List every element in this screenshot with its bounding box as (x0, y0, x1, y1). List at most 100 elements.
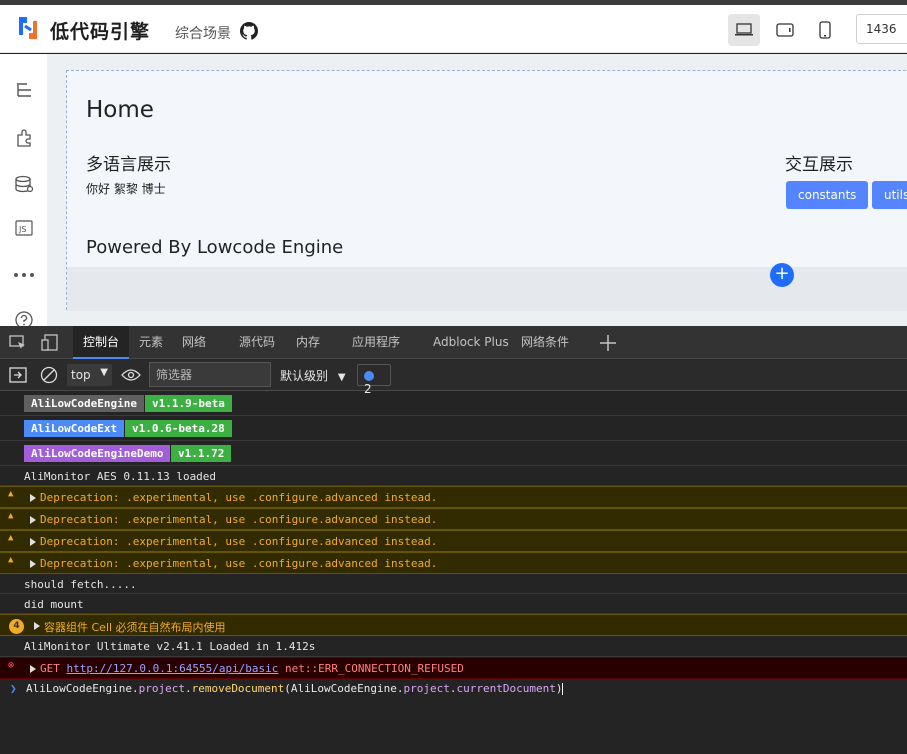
console-warning-row[interactable]: ▲ Deprecation: .experimental, use .confi… (0, 530, 907, 552)
console-warning-row[interactable]: 4 容器组件 Cell 必须在自然布局内使用 (0, 614, 907, 636)
engine-name-badge: AliLowCodeEngine (24, 395, 144, 412)
issues-button[interactable]: 2 (357, 364, 391, 396)
engine-version-badge: v1.1.9-beta (145, 395, 232, 412)
expand-arrow-icon[interactable] (30, 560, 36, 568)
console-row: did mount (0, 594, 907, 614)
console-warning-row[interactable]: ▲ Deprecation: .experimental, use .confi… (0, 486, 907, 508)
issues-icon (364, 370, 374, 381)
chevron-down-icon: ▼ (337, 372, 346, 383)
prompt-token: currentDocument (456, 682, 556, 695)
console-row: should fetch..... (0, 574, 907, 594)
desktop-device-button[interactable] (728, 14, 760, 46)
console-toolbar: top ▼ 默认级别 ▼ 2 (0, 359, 907, 396)
multilang-title: 多语言展示 (86, 155, 171, 175)
log-level-select[interactable]: 默认级别 ▼ (280, 367, 346, 384)
console-message: did mount (24, 598, 84, 611)
console-message: AliMonitor AES 0.11.13 loaded (24, 470, 217, 483)
desktop-icon (735, 23, 753, 36)
expand-arrow-icon[interactable] (34, 622, 40, 630)
multilang-text: 你好 絮黎 博士 (86, 182, 166, 196)
tab-console[interactable]: 控制台 (73, 326, 130, 359)
expand-arrow-icon[interactable] (30, 494, 36, 502)
sidebar-toggle-icon[interactable] (9, 367, 27, 383)
prompt-token: removeDocument (191, 682, 285, 695)
svg-text:JS: JS (18, 225, 26, 234)
warning-icon: ▲ (8, 533, 14, 543)
prompt-token: project (403, 682, 450, 695)
console-row: AliLowCodeEngine v1.1.9-beta (0, 391, 907, 416)
editor-header: 低代码引擎 综合场景 1436 (0, 5, 907, 53)
tab-sources[interactable]: 源代码 (239, 326, 275, 359)
console-row: AliLowCodeExt v1.0.6-beta.28 (0, 416, 907, 441)
console-prompt-input[interactable]: AliLowCodeEngine.project.removeDocument(… (26, 682, 564, 695)
warning-icon: ▲ (8, 511, 14, 521)
tablet-device-button[interactable] (769, 14, 801, 46)
device-toolbar-icon[interactable] (41, 334, 59, 352)
utils-button[interactable]: utils (872, 181, 907, 209)
chevron-down-icon: ▼ (100, 367, 108, 378)
constants-button[interactable]: constants (786, 181, 869, 209)
page-frame[interactable]: Home 多语言展示 你好 絮黎 博士 交互展示 constants utils… (66, 70, 907, 311)
demo-name-badge: AliLowCodeEngineDemo (24, 445, 171, 462)
app-title: 低代码引擎 (50, 21, 151, 43)
expand-arrow-icon[interactable] (30, 538, 36, 546)
console-row: AliMonitor Ultimate v2.41.1 Loaded in 1.… (0, 636, 907, 657)
live-expression-eye-icon[interactable] (121, 368, 141, 382)
warning-message: Deprecation: .experimental, use .configu… (40, 535, 438, 548)
component-library-icon[interactable] (12, 126, 36, 150)
tab-network-conditions[interactable]: 网络条件 (521, 326, 569, 359)
console-warning-row[interactable]: ▲ Deprecation: .experimental, use .confi… (0, 552, 907, 574)
github-icon[interactable] (240, 22, 258, 40)
ext-version-badge: v1.0.6-beta.28 (125, 420, 232, 437)
devtools-panel: 控制台 元素 网络 源代码 内存 应用程序 Adblock Plus 网络条件 … (0, 326, 907, 754)
tab-application[interactable]: 应用程序 (352, 326, 400, 359)
prompt-chevron-icon: ❯ (10, 682, 17, 695)
inspect-element-icon[interactable] (9, 334, 27, 352)
powered-by-text: Powered By Lowcode Engine (86, 237, 344, 258)
more-icon[interactable] (12, 263, 36, 287)
add-tab-icon[interactable] (599, 334, 617, 352)
warning-icon: ▲ (8, 555, 14, 565)
design-canvas: Home 多语言展示 你好 絮黎 博士 交互展示 constants utils… (48, 54, 907, 326)
console-row: AliLowCodeEngineDemo v1.1.72 (0, 441, 907, 466)
error-method: GET (40, 662, 60, 675)
tab-elements[interactable]: 元素 (139, 326, 163, 359)
console-error-row[interactable]: ⊗ GET http://127.0.0.1:64555/api/basic n… (0, 657, 907, 679)
canvas-width-input[interactable]: 1436 (856, 14, 907, 44)
repeat-count-badge: 4 (9, 619, 24, 634)
left-sidebar: JS (0, 54, 48, 329)
error-url-link[interactable]: http://127.0.0.1:64555/api/basic (67, 662, 279, 675)
datasource-icon[interactable] (12, 172, 36, 196)
tab-adblock-plus[interactable]: Adblock Plus (433, 326, 509, 359)
prompt-token: AliLowCodeEngine (290, 682, 397, 695)
add-component-button[interactable]: + (770, 263, 794, 287)
text-caret (562, 683, 564, 695)
console-message: AliMonitor Ultimate v2.41.1 Loaded in 1.… (24, 640, 316, 653)
warning-icon: ▲ (8, 489, 14, 499)
home-title: Home (86, 97, 154, 123)
tab-network[interactable]: 网络 (182, 326, 206, 359)
phone-device-button[interactable] (809, 14, 841, 46)
expand-arrow-icon[interactable] (30, 516, 36, 524)
console-row: AliMonitor AES 0.11.13 loaded (0, 466, 907, 486)
console-filter-input[interactable] (149, 362, 271, 387)
console-warning-row[interactable]: ▲ Deprecation: .experimental, use .confi… (0, 508, 907, 530)
scene-label[interactable]: 综合场景 (175, 23, 231, 43)
tab-memory[interactable]: 内存 (296, 326, 320, 359)
context-select[interactable]: top ▼ (67, 364, 112, 386)
warning-message: Deprecation: .experimental, use .configu… (40, 491, 438, 504)
warning-message: Deprecation: .experimental, use .configu… (40, 557, 438, 570)
tablet-icon (776, 23, 794, 37)
devtools-tabbar: 控制台 元素 网络 源代码 内存 应用程序 Adblock Plus 网络条件 (0, 326, 907, 359)
ext-name-badge: AliLowCodeExt (24, 420, 125, 437)
demo-version-badge: v1.1.72 (171, 445, 232, 462)
phone-icon (819, 21, 831, 39)
interaction-title: 交互展示 (785, 155, 853, 175)
expand-arrow-icon[interactable] (30, 665, 36, 673)
error-icon: ⊗ (8, 660, 15, 671)
clear-console-icon[interactable] (40, 366, 58, 384)
js-code-icon[interactable]: JS (12, 216, 36, 240)
outline-tree-icon[interactable] (12, 78, 36, 102)
context-value: top (71, 368, 91, 382)
console-log: AliLowCodeEngine v1.1.9-beta AliLowCodeE… (0, 391, 907, 754)
